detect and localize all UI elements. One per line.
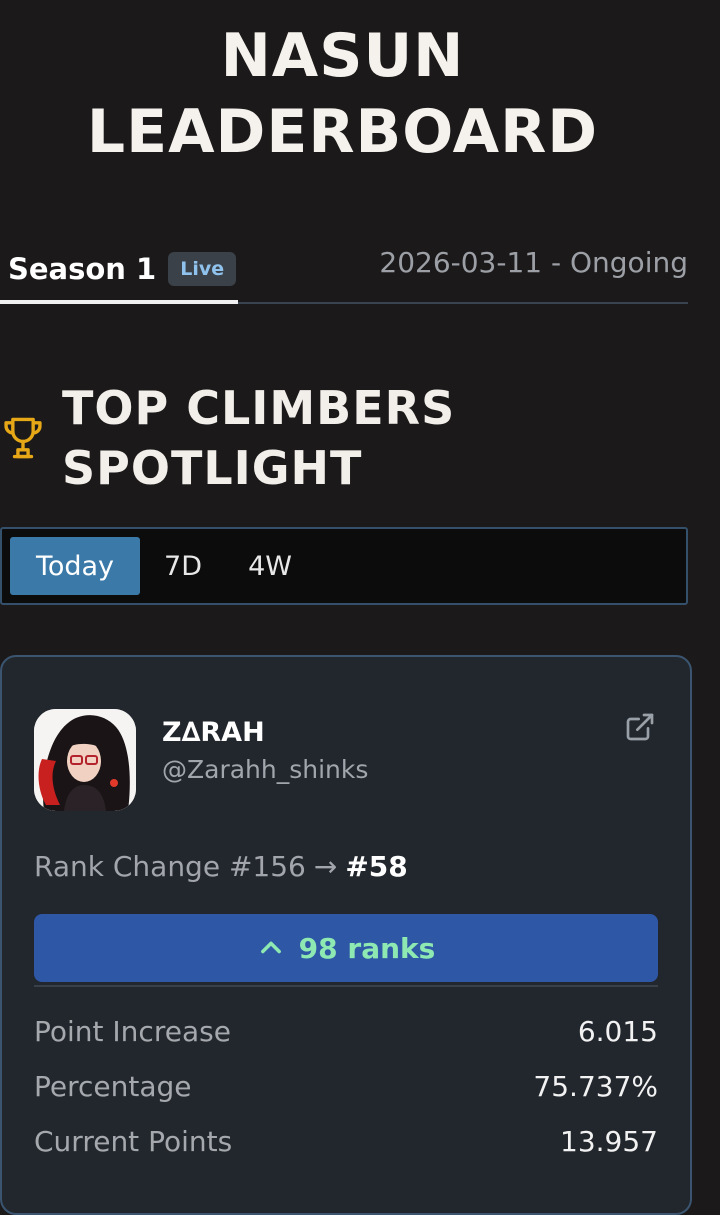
ranks-gained-bar: 98 ranks	[34, 914, 658, 982]
page-title-line-1: NASUN	[220, 21, 465, 91]
page-title-line-2: LEADERBOARD	[86, 97, 599, 167]
stat-value: 13.957	[560, 1125, 658, 1158]
user-name: Z∆RAH	[162, 717, 265, 748]
climber-card: Z∆RAH @Zarahh_shinks Rank Change #156 → #5…	[0, 655, 692, 1215]
external-link-icon[interactable]	[624, 711, 656, 743]
avatar[interactable]	[34, 709, 136, 811]
tab-season-1[interactable]: Season 1 Live	[0, 236, 238, 302]
live-badge: Live	[168, 252, 237, 286]
tab-4w[interactable]: 4W	[230, 537, 310, 595]
page-title: NASUN LEADERBOARD	[0, 18, 685, 170]
card-divider	[34, 985, 658, 987]
stat-label: Point Increase	[34, 1015, 231, 1048]
stat-row-current-points: Current Points 13.957	[34, 1125, 658, 1165]
new-rank: #58	[345, 850, 408, 883]
stat-value: 75.737%	[533, 1070, 658, 1103]
spotlight-heading: TOP CLIMBERS SPOTLIGHT	[0, 378, 700, 502]
stat-label: Percentage	[34, 1070, 192, 1103]
rank-arrow: →	[313, 850, 338, 883]
range-tabs: Today 7D 4W	[0, 527, 688, 605]
trophy-icon	[4, 417, 42, 459]
rank-change-label: Rank Change #156	[34, 850, 306, 883]
tab-today[interactable]: Today	[10, 537, 140, 595]
stat-row-percentage: Percentage 75.737%	[34, 1070, 658, 1110]
avatar-illustration	[34, 709, 136, 811]
spotlight-title: TOP CLIMBERS SPOTLIGHT	[62, 378, 455, 498]
tab-7d[interactable]: 7D	[144, 537, 222, 595]
active-tab-indicator	[0, 300, 238, 304]
spotlight-title-line-1: TOP CLIMBERS	[62, 381, 456, 435]
season-dates: 2026-03-11 - Ongoing	[379, 246, 688, 279]
stat-row-point-increase: Point Increase 6.015	[34, 1015, 658, 1055]
rank-change: Rank Change #156 → #58	[34, 850, 408, 883]
stat-label: Current Points	[34, 1125, 233, 1158]
chevron-up-icon	[260, 941, 281, 954]
season-tab-bar: Season 1 Live 2026-03-11 - Ongoing	[0, 236, 688, 304]
stat-value: 6.015	[577, 1015, 658, 1048]
user-handle: @Zarahh_shinks	[162, 755, 369, 784]
spotlight-title-line-2: SPOTLIGHT	[62, 441, 363, 495]
season-name: Season 1	[8, 252, 157, 286]
ranks-gained: 98 ranks	[298, 931, 436, 965]
